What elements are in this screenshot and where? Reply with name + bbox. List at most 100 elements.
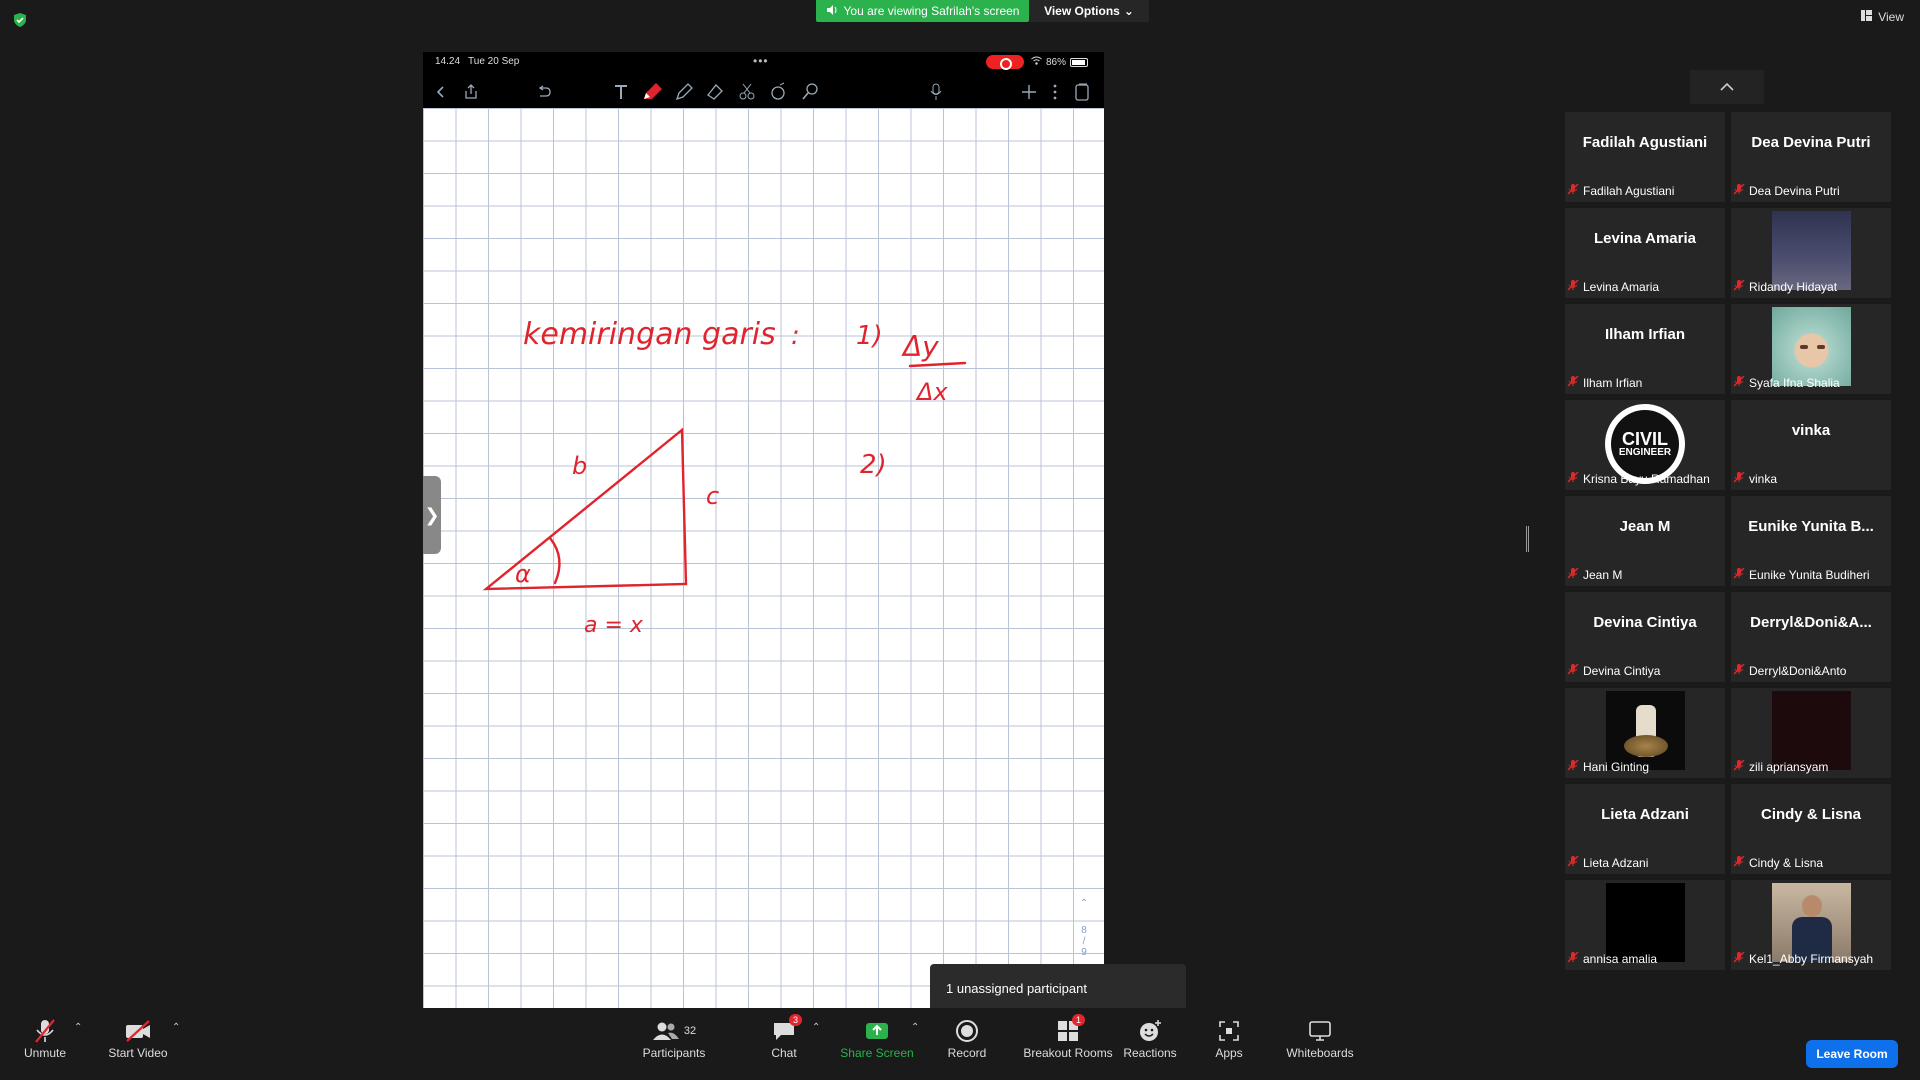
participant-tile[interactable]: zili apriansyam bbox=[1731, 688, 1891, 778]
muted-mic-icon bbox=[1567, 951, 1579, 966]
video-off-icon bbox=[124, 1016, 152, 1046]
participant-tile[interactable]: Syafa Ifna Shalia bbox=[1731, 304, 1891, 394]
participant-tile[interactable]: annisa amalia bbox=[1565, 880, 1725, 970]
speaker-icon bbox=[826, 4, 838, 19]
reactions-label: Reactions bbox=[1123, 1046, 1177, 1060]
participant-name-label: Lieta Adzani bbox=[1567, 855, 1648, 870]
participant-name: Ridandy Hidayat bbox=[1749, 279, 1838, 294]
highlighter-tool-icon[interactable] bbox=[672, 80, 696, 104]
participant-tile[interactable]: Derryl&Doni&A... Derryl&Doni&Anto bbox=[1731, 592, 1891, 682]
participant-tile[interactable]: Devina Cintiya Devina Cintiya bbox=[1565, 592, 1725, 682]
reactions-button[interactable]: Reactions bbox=[1105, 1016, 1195, 1060]
participant-tile[interactable]: Ilham Irfian Ilham Irfian bbox=[1565, 304, 1725, 394]
muted-mic-icon bbox=[1733, 183, 1745, 198]
participant-tile[interactable]: Eunike Yunita B... Eunike Yunita Budiheri bbox=[1731, 496, 1891, 586]
back-icon[interactable] bbox=[429, 80, 453, 104]
leave-room-button[interactable]: Leave Room bbox=[1806, 1040, 1898, 1068]
wifi-icon bbox=[1031, 56, 1042, 68]
notes-toolbar bbox=[423, 76, 1104, 108]
muted-mic-icon bbox=[1733, 663, 1745, 678]
chevron-up-icon[interactable]: ⌃ bbox=[1077, 898, 1091, 909]
participant-name: Derryl&Doni&Anto bbox=[1749, 663, 1847, 678]
participant-name-label: Levina Amaria bbox=[1567, 279, 1659, 294]
chat-icon: 3 bbox=[772, 1014, 802, 1046]
more-vertical-icon[interactable] bbox=[1043, 80, 1067, 104]
eraser-tool-icon[interactable] bbox=[703, 80, 727, 104]
participant-display-name: Cindy & Lisna bbox=[1760, 806, 1861, 823]
participant-tile[interactable]: Ridandy Hidayat bbox=[1731, 208, 1891, 298]
add-page-icon[interactable] bbox=[1017, 80, 1041, 104]
breakout-rooms-label: Breakout Rooms bbox=[1023, 1046, 1113, 1060]
participant-name: vinka bbox=[1749, 471, 1778, 486]
viewing-screen-banner: You are viewing Safrilah's screen bbox=[816, 0, 1029, 22]
participant-tile[interactable]: Jean M Jean M bbox=[1565, 496, 1725, 586]
share-screen-button[interactable]: Share Screen bbox=[832, 1016, 922, 1060]
chat-options-caret[interactable]: ⌃ bbox=[812, 1022, 820, 1033]
panel-resize-handle[interactable] bbox=[1526, 526, 1529, 552]
pages-icon[interactable] bbox=[1070, 80, 1094, 104]
lasso-tool-icon[interactable] bbox=[735, 80, 759, 104]
view-options-button[interactable]: View Options ⌄ bbox=[1029, 0, 1149, 22]
participant-display-name: Fadilah Agustiani bbox=[1582, 134, 1708, 151]
encryption-shield-icon[interactable] bbox=[12, 12, 28, 28]
share-icon[interactable] bbox=[459, 80, 483, 104]
record-button[interactable]: Record bbox=[922, 1016, 1012, 1060]
share-screen-icon bbox=[864, 1016, 890, 1046]
text-tool-icon[interactable] bbox=[609, 80, 633, 104]
start-video-label: Start Video bbox=[108, 1046, 168, 1060]
participant-name-label: Derryl&Doni&Anto bbox=[1733, 663, 1846, 678]
microphone-icon[interactable] bbox=[924, 80, 948, 104]
gallery-collapse-button[interactable] bbox=[1690, 70, 1764, 104]
page-current: 8 bbox=[1081, 925, 1087, 936]
battery-percent: 86% bbox=[1046, 56, 1067, 68]
item2-handwriting: 2) bbox=[860, 450, 887, 480]
participant-tile[interactable]: Lieta Adzani Lieta Adzani bbox=[1565, 784, 1725, 874]
participant-name: Kel1_Abby Firmansyah bbox=[1749, 951, 1874, 966]
participant-name-label: Ilham Irfian bbox=[1567, 375, 1642, 390]
start-video-button[interactable]: Start Video bbox=[93, 1016, 183, 1060]
participant-tile[interactable]: Hani Ginting bbox=[1565, 688, 1725, 778]
participant-tile[interactable]: Dea Devina Putri Dea Devina Putri bbox=[1731, 112, 1891, 202]
video-options-caret[interactable]: ⌃ bbox=[172, 1022, 180, 1033]
note-page[interactable]: kemiringan garis : 1) Δy Δx 2) b c α a =… bbox=[423, 108, 1104, 1075]
audio-options-caret[interactable]: ⌃ bbox=[74, 1022, 82, 1033]
laser-pointer-icon[interactable] bbox=[798, 80, 822, 104]
handwriting-canvas: kemiringan garis : 1) Δy Δx 2) b c α a =… bbox=[482, 317, 967, 638]
shapes-tool-icon[interactable] bbox=[766, 80, 790, 104]
participant-display-name: Jean M bbox=[1619, 518, 1671, 535]
apps-button[interactable]: Apps bbox=[1184, 1016, 1274, 1060]
participant-tile[interactable]: CIVIL ENGINEER Krisna Bayu Ramadhan bbox=[1565, 400, 1725, 490]
muted-mic-icon bbox=[1733, 471, 1745, 486]
breakout-rooms-icon: 1 bbox=[1057, 1014, 1085, 1046]
viewing-screen-text: You are viewing Safrilah's screen bbox=[843, 4, 1020, 18]
participant-tile[interactable]: Cindy & Lisna Cindy & Lisna bbox=[1731, 784, 1891, 874]
participant-tile[interactable]: Kel1_Abby Firmansyah bbox=[1731, 880, 1891, 970]
muted-mic-icon bbox=[1567, 375, 1579, 390]
participant-name-label: Ridandy Hidayat bbox=[1733, 279, 1837, 294]
label-c: c bbox=[706, 482, 719, 510]
pen-tool-icon[interactable] bbox=[640, 80, 664, 104]
view-label: View bbox=[1878, 10, 1904, 24]
participant-name: zili apriansyam bbox=[1749, 759, 1829, 774]
participant-tile[interactable]: Levina Amaria Levina Amaria bbox=[1565, 208, 1725, 298]
participant-name: Krisna Bayu Ramadhan bbox=[1583, 471, 1710, 486]
undo-icon[interactable] bbox=[532, 80, 556, 104]
participant-name: Jean M bbox=[1583, 567, 1623, 582]
participant-name-label: Kel1_Abby Firmansyah bbox=[1733, 951, 1873, 966]
unmute-label: Unmute bbox=[23, 1046, 67, 1060]
item1-handwriting: 1) bbox=[856, 321, 883, 351]
screen-record-indicator bbox=[986, 55, 1024, 70]
participant-name-label: zili apriansyam bbox=[1733, 759, 1828, 774]
participant-tile[interactable]: vinka vinka bbox=[1731, 400, 1891, 490]
title-handwriting: kemiringan garis bbox=[523, 317, 776, 352]
participant-name-label: Jean M bbox=[1567, 567, 1622, 582]
share-options-caret[interactable]: ⌃ bbox=[911, 1022, 919, 1033]
view-button[interactable]: View bbox=[1861, 10, 1904, 24]
participant-tile[interactable]: Fadilah Agustiani Fadilah Agustiani bbox=[1565, 112, 1725, 202]
participants-button[interactable]: 32 Participants bbox=[629, 1016, 719, 1060]
whiteboards-button[interactable]: Whiteboards bbox=[1275, 1016, 1365, 1060]
participant-display-name: Lieta Adzani bbox=[1601, 806, 1689, 823]
participant-name-label: Syafa Ifna Shalia bbox=[1733, 375, 1840, 390]
participant-name-label: Devina Cintiya bbox=[1567, 663, 1660, 678]
sidebar-expand-handle[interactable]: ❯ bbox=[423, 476, 441, 554]
